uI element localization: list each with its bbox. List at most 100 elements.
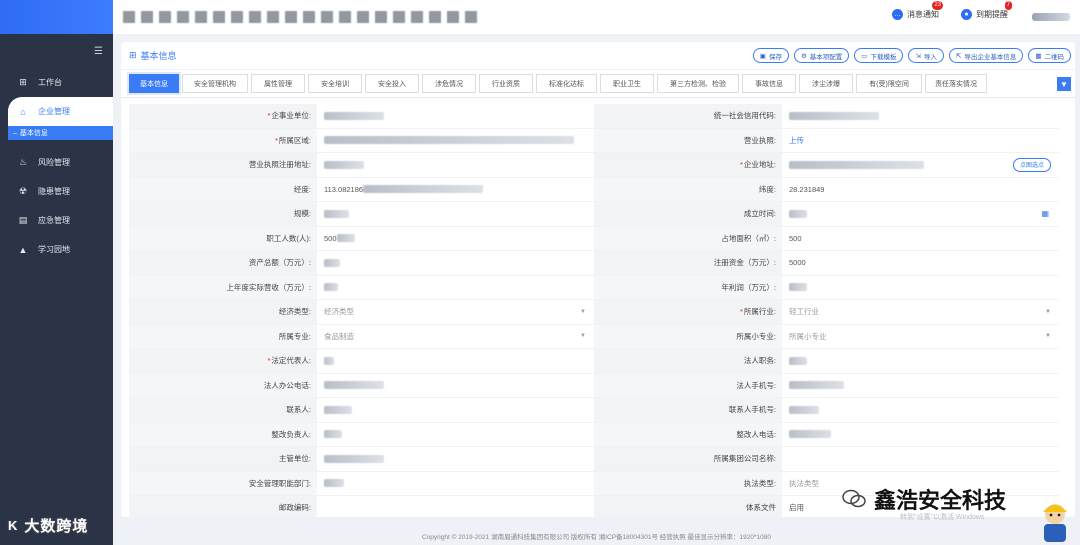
field-value[interactable] bbox=[317, 423, 594, 447]
tab-confined-space[interactable]: 有(受)限空间 bbox=[856, 74, 922, 93]
tab-bar: 基本信息 安全管理机构 属性管理 安全培训 安全投入 涉危情况 行业资质 标准化… bbox=[121, 70, 1075, 98]
tab-safety-training[interactable]: 安全培训 bbox=[308, 74, 362, 93]
field-value[interactable] bbox=[317, 472, 594, 496]
required-marker: * bbox=[267, 356, 271, 366]
field-value[interactable]: 113.082186 bbox=[317, 178, 594, 202]
pick-location-button[interactable]: 点图选点 bbox=[1012, 157, 1051, 172]
field-label-text: 所属区域: bbox=[278, 135, 311, 145]
calendar-icon[interactable]: ▦ bbox=[1041, 209, 1049, 218]
form-row: 主管单位: 所属集团公司名称: bbox=[129, 447, 1059, 472]
person-icon: ● bbox=[961, 9, 972, 20]
field-value[interactable]: 经济类型 ▼ bbox=[317, 300, 594, 324]
tab-hazard-status[interactable]: 涉危情况 bbox=[422, 74, 476, 93]
field-value[interactable] bbox=[782, 104, 1059, 128]
field-label-text: 体系文件 bbox=[746, 503, 776, 513]
message-notification[interactable]: … 消息通知 23 bbox=[892, 1, 943, 20]
field-value[interactable]: 500 bbox=[782, 227, 1059, 251]
field-value[interactable] bbox=[782, 276, 1059, 300]
field-value[interactable] bbox=[317, 251, 594, 275]
field-value-text: 食品制造 bbox=[324, 331, 354, 341]
field-value[interactable]: 5000 bbox=[782, 251, 1059, 275]
field-label: 主管单位: bbox=[129, 447, 317, 471]
field-value[interactable] bbox=[782, 374, 1059, 398]
field-value[interactable] bbox=[317, 129, 594, 153]
sidebar-item-learning[interactable]: ▲ 学习园地 bbox=[0, 235, 113, 264]
tab-qualification[interactable]: 行业资质 bbox=[479, 74, 533, 93]
redacted-value bbox=[324, 258, 340, 267]
gear-icon: ⚙ bbox=[800, 52, 807, 60]
field-value[interactable] bbox=[782, 398, 1059, 422]
sidebar: ☰ ⊞ 工作台 ⌂ 企业管理 – 基本信息 ♨ 风险管理 ☢ 隐患管理 ▤ 应急管理 ▲ 学… bbox=[0, 0, 113, 545]
tab-dust-explosion[interactable]: 涉尘涉爆 bbox=[799, 74, 853, 93]
field-label: 占地面积（㎡）: bbox=[594, 226, 782, 250]
field-value-text: 113.082186 bbox=[324, 184, 364, 194]
sidebar-item-risk[interactable]: ♨ 风险管理 bbox=[0, 148, 113, 177]
tab-accident-info[interactable]: 事故信息 bbox=[742, 74, 796, 93]
field-label: 注册资金（万元）: bbox=[594, 251, 782, 275]
redacted-value bbox=[789, 160, 924, 169]
field-label-text: 整改人电话: bbox=[736, 429, 776, 439]
field-value[interactable] bbox=[317, 349, 594, 373]
field-value[interactable] bbox=[782, 447, 1059, 471]
notification-label: 消息通知 bbox=[907, 10, 939, 19]
sidebar-item-label: 学习园地 bbox=[38, 245, 70, 254]
tab-responsibility[interactable]: 责任落实情况 bbox=[925, 74, 987, 93]
download-icon: ▭ bbox=[861, 52, 868, 60]
field-value[interactable] bbox=[317, 104, 594, 128]
field-value[interactable]: 食品制造 ▼ bbox=[317, 325, 594, 349]
form-row: * 企事业单位: 统一社会信用代码: bbox=[129, 104, 1059, 129]
expiry-reminder[interactable]: ● 到期提醒 7 bbox=[961, 1, 1012, 20]
field-value[interactable] bbox=[317, 276, 594, 300]
field-value[interactable] bbox=[317, 398, 594, 422]
field-value[interactable] bbox=[782, 349, 1059, 373]
tab-occupational-health[interactable]: 职业卫生 bbox=[600, 74, 654, 93]
menu-toggle[interactable]: ☰ bbox=[0, 34, 113, 68]
card-title: ⊞ 基本信息 bbox=[129, 49, 177, 62]
reminder-label: 到期提醒 bbox=[976, 10, 1008, 19]
tab-basic-info[interactable]: 基本信息 bbox=[129, 74, 179, 93]
field-value[interactable]: 轻工行业 ▼ bbox=[782, 300, 1059, 324]
sidebar-subitem-basic-info[interactable]: – 基本信息 bbox=[8, 126, 113, 140]
config-button[interactable]: ⚙ 基本项配置 bbox=[793, 48, 850, 63]
import-button[interactable]: ⇲ 导入 bbox=[908, 48, 944, 63]
tab-safety-org[interactable]: 安全管理机构 bbox=[182, 74, 248, 93]
list-icon: ☰ bbox=[94, 45, 103, 57]
basic-info-form: * 企事业单位: 统一社会信用代码: * 所属区域: 营业执照: 上传 营业执照注册地址: * 企… bbox=[129, 104, 1059, 517]
field-value[interactable] bbox=[317, 153, 594, 177]
export-button[interactable]: ⇱ 导出企业基本信息 bbox=[948, 48, 1024, 63]
field-value[interactable] bbox=[782, 423, 1059, 447]
field-label: 整改负责人: bbox=[129, 422, 317, 446]
tab-more-button[interactable]: ▼ bbox=[1057, 77, 1071, 91]
sidebar-item-enterprise[interactable]: ⌂ 企业管理 bbox=[8, 97, 113, 126]
field-value-text: 启用 bbox=[789, 503, 804, 513]
save-button[interactable]: ▣ 保存 bbox=[752, 48, 789, 63]
form-row: 联系人: 联系人手机号: bbox=[129, 398, 1059, 423]
field-value[interactable]: 500 bbox=[317, 227, 594, 251]
download-template-button[interactable]: ▭ 下载模板 bbox=[854, 48, 904, 63]
sidebar-item-emergency[interactable]: ▤ 应急管理 bbox=[0, 206, 113, 235]
field-label: 执法类型: bbox=[594, 471, 782, 495]
tab-safety-investment[interactable]: 安全投入 bbox=[365, 74, 419, 93]
field-value[interactable]: 上传 bbox=[782, 129, 1059, 153]
sidebar-item-workbench[interactable]: ⊞ 工作台 bbox=[0, 68, 113, 97]
field-value[interactable]: 28.231849 bbox=[782, 178, 1059, 202]
redacted-value bbox=[324, 111, 384, 120]
user-menu[interactable] bbox=[1032, 13, 1070, 21]
tab-standardization[interactable]: 标准化达标 bbox=[536, 74, 597, 93]
toolbar: ▣ 保存 ⚙ 基本项配置 ▭ 下载模板 ⇲ 导入 ⇱ 导出企业基本信息 ▦ 二维码 bbox=[752, 48, 1071, 63]
tab-attributes[interactable]: 属性管理 bbox=[251, 74, 305, 93]
field-value[interactable] bbox=[317, 496, 594, 517]
tab-third-party-inspection[interactable]: 第三方检测、检验 bbox=[657, 74, 739, 93]
redacted-value bbox=[336, 234, 355, 243]
qrcode-button[interactable]: ▦ 二维码 bbox=[1028, 48, 1071, 63]
field-value[interactable] bbox=[317, 447, 594, 471]
field-label-text: 法人手机号: bbox=[736, 380, 776, 390]
field-value[interactable]: 点图选点 bbox=[782, 153, 1059, 177]
field-value[interactable]: 所属小专业 ▼ bbox=[782, 325, 1059, 349]
import-icon: ⇲ bbox=[915, 52, 921, 60]
field-value[interactable] bbox=[317, 374, 594, 398]
field-value[interactable] bbox=[317, 202, 594, 226]
field-label: 安全管理职能部门: bbox=[129, 471, 317, 495]
field-value[interactable]: ▦ bbox=[782, 202, 1059, 226]
sidebar-item-hazard[interactable]: ☢ 隐患管理 bbox=[0, 177, 113, 206]
